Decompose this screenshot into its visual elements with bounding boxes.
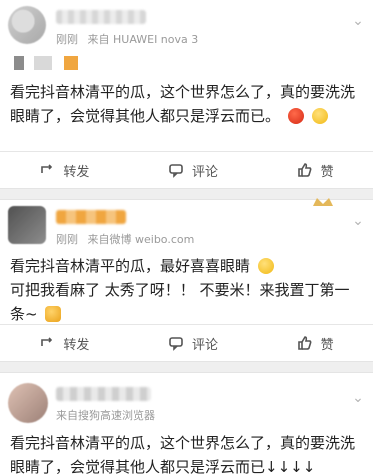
username-blurred[interactable]	[56, 10, 146, 24]
comment-label: 评论	[191, 164, 218, 180]
post-meta: 来自搜狗高速浏览器	[56, 407, 155, 423]
badge-orange	[64, 56, 78, 70]
angry-emoji-icon	[287, 108, 304, 124]
like-label: 赞	[320, 337, 334, 353]
comment-label: 评论	[191, 337, 218, 353]
repost-button[interactable]: 转发	[39, 161, 89, 180]
post-time: 刚刚	[56, 33, 78, 46]
comment-button[interactable]: 评论	[168, 161, 218, 180]
post-text: 看完抖音林清平的瓜，最好喜喜眼睛 可把我看麻了 太秀了呀！！ 不要米！来我置丁第…	[0, 250, 373, 326]
blush-emoji-icon	[257, 258, 274, 274]
post-meta: 刚刚 来自 HUAWEI nova 3	[56, 31, 204, 47]
repost-label: 转发	[63, 164, 90, 180]
post-separator	[0, 361, 373, 373]
post-text-line: 看完抖音林清平的瓜，这个世界怎么了，真的要洗洗	[10, 83, 356, 101]
smile-emoji-icon	[311, 108, 328, 124]
post-card-1: 刚刚 来自 HUAWEI nova 3 ⌄ 看完抖音林清平的瓜，这个世界怎么了，…	[0, 0, 373, 188]
post-time: 刚刚	[56, 233, 78, 246]
like-label: 赞	[320, 164, 334, 180]
thumbs-up-icon	[297, 335, 313, 351]
repost-button[interactable]: 转发	[39, 334, 89, 353]
post-text: 看完抖音林清平的瓜，这个世界怎么了，真的要洗洗 眼睛了，会觉得其他人都只是浮云而…	[0, 431, 373, 474]
like-button[interactable]: 赞	[297, 334, 334, 353]
post-card-2: 刚刚 来自微博 weibo.com ⌄ 看完抖音林清平的瓜，最好喜喜眼睛 可把我…	[0, 198, 373, 361]
badge-row	[0, 50, 373, 76]
repost-label: 转发	[63, 337, 90, 353]
post-text-line: 看完抖音林清平的瓜，这个世界怎么了，真的要洗洗	[10, 434, 356, 452]
avatar[interactable]	[8, 6, 46, 44]
badge-light	[34, 56, 52, 70]
avatar[interactable]	[8, 206, 46, 244]
weibo-feed: 刚刚 来自 HUAWEI nova 3 ⌄ 看完抖音林清平的瓜，这个世界怎么了，…	[0, 0, 373, 474]
thumbs-up-icon	[297, 162, 313, 178]
post-source: 来自 HUAWEI nova 3	[87, 33, 199, 46]
post-header: 刚刚 来自微博 weibo.com ⌄	[0, 200, 373, 250]
repost-icon	[39, 162, 55, 178]
username-blurred[interactable]	[56, 210, 126, 224]
thumbs-up-emoji-icon	[45, 306, 62, 322]
chevron-down-icon[interactable]: ⌄	[351, 14, 365, 28]
comment-icon	[168, 162, 184, 178]
post-actions: 转发 评论 赞	[0, 151, 373, 188]
post-header: 刚刚 来自 HUAWEI nova 3 ⌄	[0, 0, 373, 50]
post-source: 来自搜狗高速浏览器	[56, 409, 155, 422]
avatar[interactable]	[8, 383, 48, 423]
post-meta: 刚刚 来自微博 weibo.com	[56, 231, 200, 247]
post-source: 来自微博 weibo.com	[87, 233, 195, 246]
post-header: 来自搜狗高速浏览器 ⌄	[0, 373, 373, 431]
badge-dark	[14, 56, 24, 70]
chevron-down-icon[interactable]: ⌄	[351, 214, 365, 228]
comment-icon	[168, 335, 184, 351]
post-text-line: 看完抖音林清平的瓜，最好喜喜眼睛	[10, 254, 363, 278]
post-card-3: 来自搜狗高速浏览器 ⌄ 看完抖音林清平的瓜，这个世界怎么了，真的要洗洗 眼睛了，…	[0, 373, 373, 474]
post-actions: 转发 评论 赞	[0, 324, 373, 361]
repost-icon	[39, 335, 55, 351]
post-text-line: 眼睛了，会觉得其他人都只是浮云而已。	[10, 104, 363, 128]
like-button[interactable]: 赞	[297, 161, 334, 180]
post-text-line: 条~	[10, 302, 363, 326]
post-text-line: 眼睛了，会觉得其他人都只是浮云而已↓↓↓↓	[10, 458, 316, 474]
chevron-down-icon[interactable]: ⌄	[351, 391, 365, 405]
post-text-line: 可把我看麻了 太秀了呀！！ 不要米！来我置丁第一	[10, 281, 350, 299]
username-blurred[interactable]	[56, 387, 151, 401]
comment-button[interactable]: 评论	[168, 334, 218, 353]
post-text: 看完抖音林清平的瓜，这个世界怎么了，真的要洗洗 眼睛了，会觉得其他人都只是浮云而…	[0, 76, 373, 128]
